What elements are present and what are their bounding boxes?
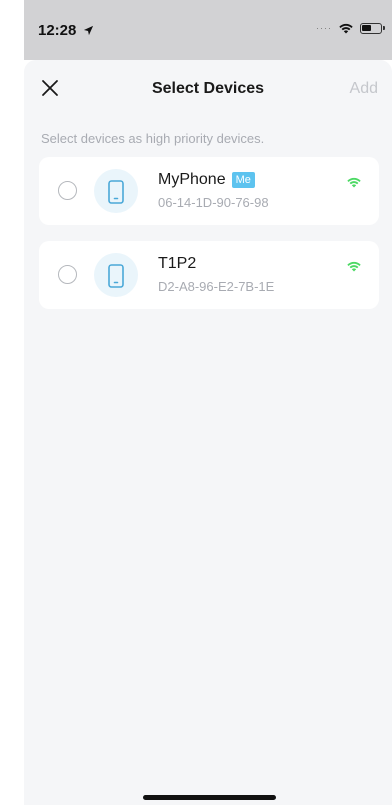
device-mac: 06-14-1D-90-76-98 [158,195,269,210]
device-card-myphone[interactable]: MyPhone Me 06-14-1D-90-76-98 [39,157,379,225]
left-strip [0,0,24,805]
home-indicator[interactable] [143,795,276,800]
nav-bar: Select Devices Add [24,60,392,118]
wifi-signal-icon [347,261,361,272]
status-time-text: 12:28 [38,22,77,39]
screen: 12:28 ···· Select Devices Add Select dev… [0,0,392,805]
phone-icon [94,253,138,297]
add-button[interactable]: Add [350,80,378,98]
signal-dots-icon: ···· [316,23,332,33]
device-card-t1p2[interactable]: T1P2 D2-A8-96-E2-7B-1E [39,241,379,309]
device-name-text: T1P2 [158,255,197,272]
battery-icon [360,22,385,34]
status-bar: 12:28 ···· [24,0,392,60]
select-devices-sheet: Select Devices Add Select devices as hig… [24,60,392,805]
wifi-icon [339,23,353,34]
page-title: Select Devices [151,80,265,97]
wifi-signal-icon [347,177,361,188]
location-arrow-icon [83,25,93,36]
device-mac: D2-A8-96-E2-7B-1E [158,279,275,294]
status-icons: ···· [316,22,385,34]
me-badge: Me [231,172,255,188]
device-radio[interactable] [58,181,77,200]
hint-text: Select devices as high priority devices. [41,131,265,146]
device-name: MyPhone Me [158,171,255,189]
phone-icon [94,169,138,213]
status-time: 12:28 [38,22,94,39]
device-name-text: MyPhone [158,171,226,188]
device-radio[interactable] [58,265,77,284]
device-name: T1P2 [158,255,196,273]
